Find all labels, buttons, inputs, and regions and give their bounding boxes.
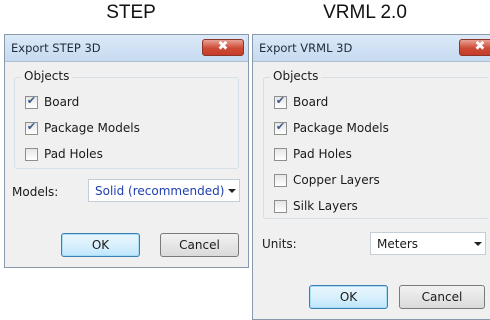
chevron-down-icon: [228, 189, 236, 193]
models-select-value: Solid (recommended): [95, 184, 225, 198]
step-objects-group: Objects ✔ Board ✔ Package Models Pad Hol…: [14, 69, 239, 169]
step-objects-legend: Objects: [21, 69, 73, 83]
checkbox-label: Copper Layers: [293, 173, 380, 187]
vrml-objects-group: Objects ✔ Board ✔ Package Models Pad Hol…: [263, 69, 489, 219]
vrml-objects-legend: Objects: [270, 69, 322, 83]
step-dialog-title: Export STEP 3D: [11, 41, 101, 55]
checkbox-icon[interactable]: ✔: [25, 120, 38, 135]
step-heading: STEP: [106, 2, 156, 23]
check-mark-icon: ✔: [275, 94, 286, 107]
step-cancel-button[interactable]: Cancel: [160, 233, 239, 257]
checkbox-label: Pad Holes: [44, 147, 103, 161]
checkbox-label: Pad Holes: [293, 147, 352, 161]
check-mark-icon: ✔: [26, 94, 37, 107]
models-select[interactable]: Solid (recommended): [88, 179, 240, 202]
checkbox-icon[interactable]: [274, 174, 287, 187]
checkbox-icon[interactable]: ✔: [274, 94, 287, 109]
units-select-value: Meters: [377, 237, 419, 251]
checkbox-icon[interactable]: ✔: [25, 94, 38, 109]
models-label: Models:: [12, 185, 59, 199]
check-mark-icon: ✔: [26, 120, 37, 133]
checkbox-icon[interactable]: ✔: [274, 120, 287, 135]
export-vrml-dialog: Export VRML 3D ✖ Objects ✔ Board ✔ Packa…: [252, 34, 490, 320]
checkbox-label: Board: [293, 95, 329, 109]
export-step-dialog: Export STEP 3D ✖ Objects ✔ Board ✔ Packa…: [4, 34, 249, 268]
checkbox-label: Board: [44, 95, 80, 109]
checkbox-label: Package Models: [44, 121, 140, 135]
step-title-bar: Export STEP 3D ✖: [5, 35, 248, 62]
checkbox-label: Silk Layers: [293, 199, 358, 213]
vrml-dialog-title: Export VRML 3D: [259, 41, 353, 55]
checkbox-label: Package Models: [293, 121, 389, 135]
step-close-button[interactable]: ✖: [202, 39, 244, 56]
checkbox-icon[interactable]: [25, 148, 38, 161]
vrml-ok-button[interactable]: OK: [309, 285, 388, 309]
close-icon: ✖: [217, 39, 229, 54]
vrml-close-button[interactable]: ✖: [459, 39, 490, 56]
units-select[interactable]: Meters: [370, 232, 486, 255]
vrml-title-bar: Export VRML 3D ✖: [253, 35, 490, 62]
step-ok-button[interactable]: OK: [61, 233, 140, 257]
checkbox-icon[interactable]: [274, 200, 287, 213]
check-mark-icon: ✔: [275, 120, 286, 133]
checkbox-icon[interactable]: [274, 148, 287, 161]
units-label: Units:: [262, 237, 297, 251]
close-icon: ✖: [474, 39, 486, 54]
vrml-heading: VRML 2.0: [323, 2, 407, 23]
vrml-cancel-button[interactable]: Cancel: [399, 285, 485, 309]
chevron-down-icon: [474, 242, 482, 246]
